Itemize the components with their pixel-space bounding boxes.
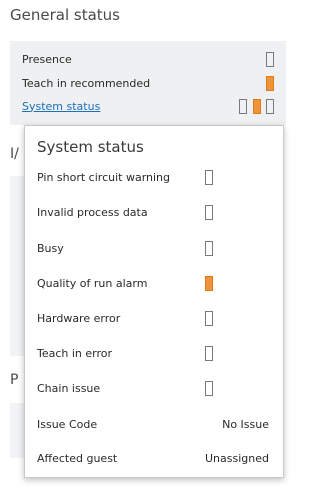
busy-indicator <box>205 240 213 256</box>
presence-indicator <box>266 51 274 67</box>
general-status-panel: Presence Teach in recommended System sta… <box>10 41 286 125</box>
hardware-error-indicator <box>205 310 213 326</box>
popup-label-teach-in-error: Teach in error <box>37 346 113 360</box>
popup-label-busy: Busy <box>37 241 64 255</box>
popup-label-affected-guest: Affected guest <box>37 451 118 465</box>
popup-label-hardware-error: Hardware error <box>37 311 121 325</box>
popup-row-quality-of-run-alarm: Quality of run alarm <box>37 272 273 294</box>
popup-row-invalid-process-data: Invalid process data <box>37 201 273 223</box>
teach-in-recommended-indicator <box>266 75 274 91</box>
popup-row-hardware-error: Hardware error <box>37 307 273 329</box>
row-presence: Presence <box>22 49 274 69</box>
popup-label-quality-of-run-alarm: Quality of run alarm <box>37 276 148 290</box>
system-status-indicator-3 <box>266 98 274 114</box>
section-title-general-status: General status <box>10 6 120 24</box>
system-status-indicator-group <box>237 98 274 114</box>
pin-short-circuit-warning-indicator <box>205 169 213 185</box>
popup-title: System status <box>37 138 144 156</box>
presence-indicator-group <box>264 51 274 67</box>
popup-label-issue-code: Issue Code <box>37 417 98 431</box>
teach-in-indicator-group <box>264 75 274 91</box>
quality-of-run-alarm-indicator <box>205 275 213 291</box>
popup-row-teach-in-error: Teach in error <box>37 342 273 364</box>
affected-guest-value: Unassigned <box>205 451 269 465</box>
popup-row-busy: Busy <box>37 237 273 259</box>
popup-row-affected-guest: Affected guest Unassigned <box>37 447 273 469</box>
popup-row-chain-issue: Chain issue <box>37 377 273 399</box>
teach-in-error-indicator <box>205 345 213 361</box>
chain-issue-indicator <box>205 380 213 396</box>
issue-code-value: No Issue <box>222 417 269 431</box>
row-system-status: System status <box>22 96 274 116</box>
invalid-process-data-indicator <box>205 204 213 220</box>
popup-label-chain-issue: Chain issue <box>37 381 101 395</box>
system-status-link[interactable]: System status <box>22 100 100 113</box>
popup-row-pin-short-circuit-warning: Pin short circuit warning <box>37 166 273 188</box>
row-label-presence: Presence <box>22 52 72 66</box>
hidden-section-title-p: P <box>10 372 19 388</box>
popup-row-issue-code: Issue Code No Issue <box>37 413 273 435</box>
system-status-indicator-1 <box>239 98 247 114</box>
hidden-section-title-io: I/ <box>10 146 19 162</box>
row-teach-in-recommended: Teach in recommended <box>22 73 274 93</box>
popup-label-pin-short-circuit-warning: Pin short circuit warning <box>37 170 170 184</box>
row-label-teach-in-recommended: Teach in recommended <box>22 76 151 90</box>
system-status-popup: System status Pin short circuit warning … <box>24 125 284 478</box>
system-status-indicator-2 <box>252 98 261 114</box>
popup-label-invalid-process-data: Invalid process data <box>37 205 148 219</box>
